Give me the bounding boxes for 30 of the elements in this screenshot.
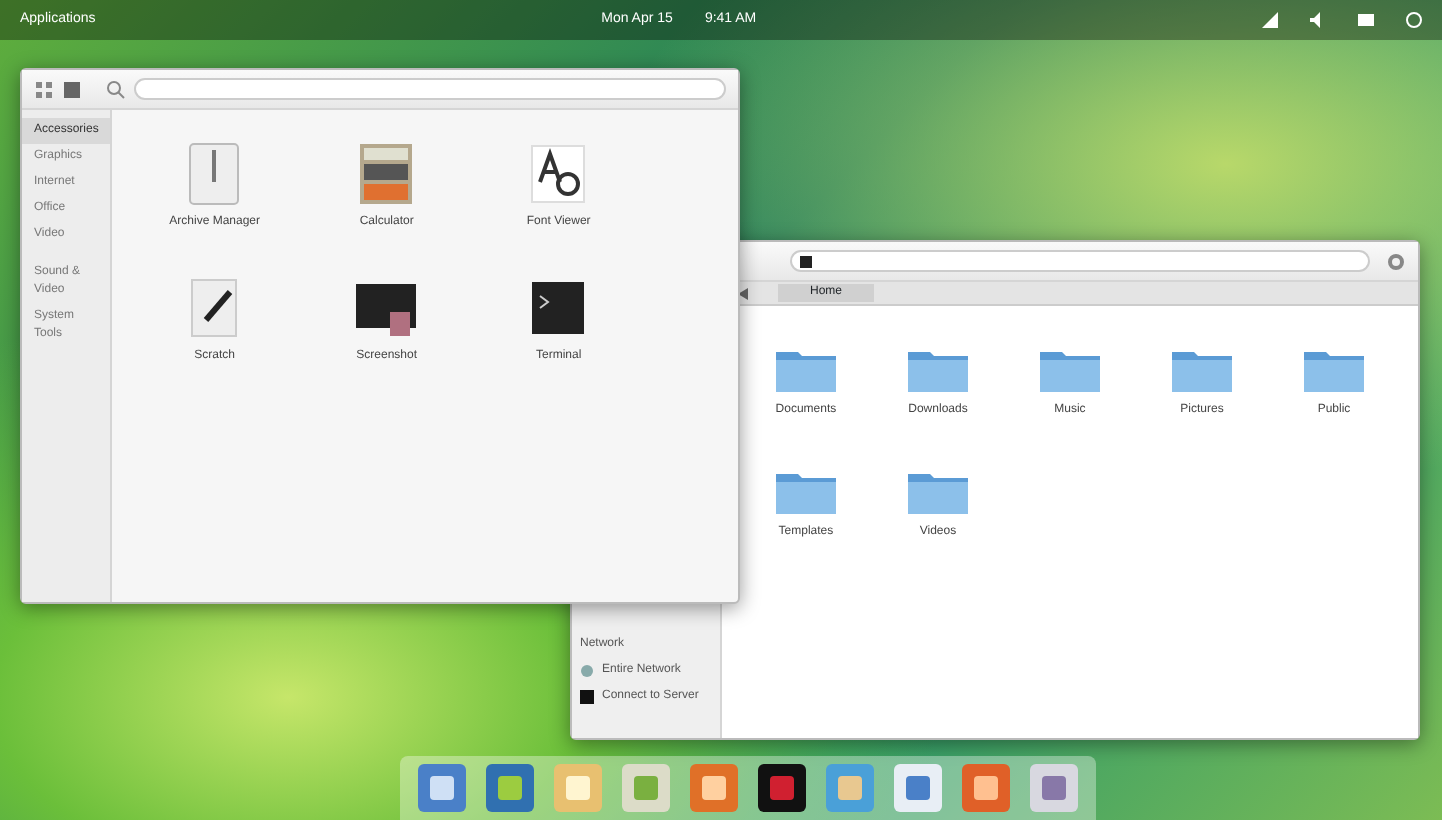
folder-icon — [1301, 346, 1366, 394]
video-app-icon[interactable] — [756, 762, 808, 814]
folder-icon — [905, 468, 970, 516]
mail-app-icon[interactable] — [552, 762, 604, 814]
mail-icon[interactable] — [1358, 12, 1374, 28]
music-app-icon[interactable] — [688, 762, 740, 814]
search-field[interactable] — [134, 78, 726, 100]
grid-view-icon[interactable] — [34, 79, 54, 99]
browser-app-icon[interactable] — [484, 762, 536, 814]
search-icon[interactable] — [106, 79, 126, 99]
settings-icon[interactable] — [1386, 251, 1406, 271]
software-app-icon[interactable] — [892, 762, 944, 814]
settings-app-icon[interactable] — [1028, 762, 1080, 814]
font-icon — [526, 142, 591, 206]
folder-icon — [1037, 346, 1102, 394]
folder-icon — [1169, 346, 1234, 394]
sound-icon[interactable] — [1310, 12, 1326, 28]
calendar-app-icon[interactable] — [620, 762, 672, 814]
list-view-icon[interactable] — [62, 79, 82, 99]
folder-icon — [773, 468, 838, 516]
folder-icon — [905, 346, 970, 394]
server-icon — [580, 690, 594, 704]
store-app-icon[interactable] — [960, 762, 1012, 814]
photos-app-icon[interactable] — [824, 762, 876, 814]
home-icon — [800, 255, 812, 267]
power-icon[interactable] — [1406, 12, 1422, 28]
folder-icon — [773, 346, 838, 394]
network-icon[interactable] — [1262, 12, 1278, 28]
globe-icon — [580, 664, 594, 678]
files-app-icon[interactable] — [416, 762, 468, 814]
